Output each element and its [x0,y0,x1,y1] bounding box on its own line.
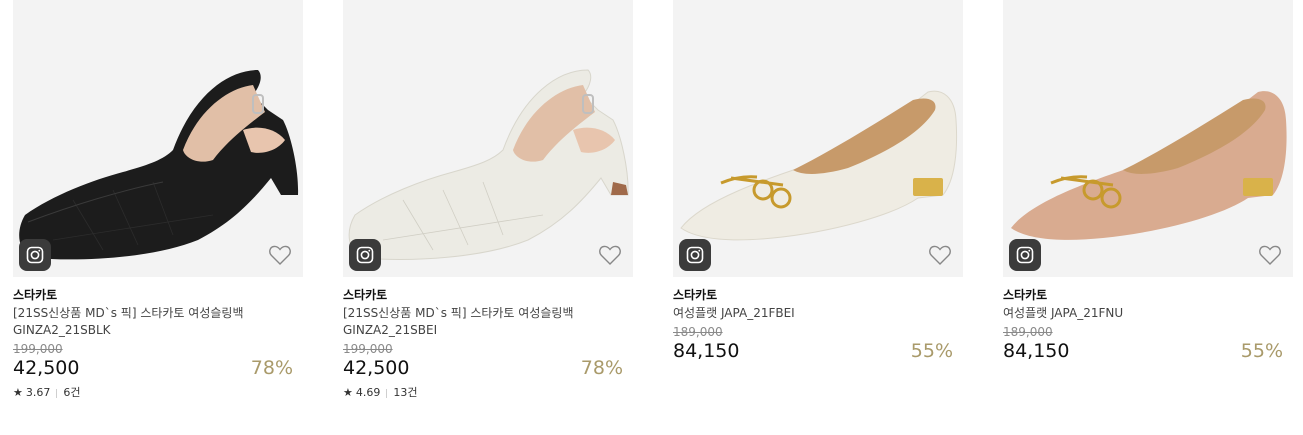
shoe-image [19,70,299,260]
product-name-line: 여성플랫 JAPA_21FBEI [673,306,795,320]
product-name[interactable]: [21SS신상품 MD`s 픽] 스타카토 여성슬링백 GINZA2_21SBL… [13,305,283,339]
shoe-image [680,90,958,241]
discount-rate: 78% [580,357,623,379]
heart-outline-icon[interactable] [267,242,293,268]
instagram-icon[interactable] [19,239,51,271]
review-count[interactable]: 13건 [393,386,417,400]
product-name-line: [21SS신상품 MD`s 픽] 스타카토 여성슬링백 [13,306,244,320]
price-row: 42,500 78% [13,356,303,380]
rating-score: 3.67 [25,386,51,399]
price-row: 42,500 78% [343,356,633,380]
sale-price: 84,150 [1003,340,1070,362]
brand-name[interactable]: 스타카토 [673,287,963,303]
product-card[interactable]: 스타카토 여성플랫 JAPA_21FBEI 189,000 84,150 55% [673,0,963,363]
product-image[interactable] [673,0,963,277]
rating-summary: ★ 3.67 6건 [13,386,303,400]
product-name-line: [21SS신상품 MD`s 픽] 스타카토 여성슬링백 [343,306,574,320]
product-image[interactable] [1003,0,1293,277]
heart-outline-icon[interactable] [927,242,953,268]
original-price: 199,000 [343,342,393,356]
original-price: 189,000 [673,325,723,339]
sale-price: 84,150 [673,340,740,362]
original-price: 189,000 [1003,325,1053,339]
product-card[interactable]: 스타카토 [21SS신상품 MD`s 픽] 스타카토 여성슬링백 GINZA2_… [13,0,303,400]
instagram-icon[interactable] [349,239,381,271]
star-icon: ★ [343,386,353,399]
price-row: 84,150 55% [1003,339,1293,363]
brand-name[interactable]: 스타카토 [13,287,303,303]
review-count[interactable]: 6건 [63,386,80,400]
product-image[interactable] [13,0,303,277]
star-icon: ★ [13,386,23,399]
sale-price: 42,500 [13,357,80,379]
instagram-icon[interactable] [1009,239,1041,271]
heart-outline-icon[interactable] [597,242,623,268]
instagram-icon[interactable] [679,239,711,271]
rating-summary: ★ 4.69 13건 [343,386,633,400]
brand-name[interactable]: 스타카토 [1003,287,1293,303]
product-name-code: GINZA2_21SBLK [13,323,111,337]
divider [56,388,58,398]
product-name-line: 여성플랫 JAPA_21FNU [1003,306,1124,320]
discount-rate: 55% [910,340,953,362]
heart-outline-icon[interactable] [1257,242,1283,268]
original-price: 199,000 [13,342,63,356]
product-card[interactable]: 스타카토 [21SS신상품 MD`s 픽] 스타카토 여성슬링백 GINZA2_… [343,0,633,400]
product-grid: 스타카토 [21SS신상품 MD`s 픽] 스타카토 여성슬링백 GINZA2_… [0,0,1303,435]
product-name-code: GINZA2_21SBEI [343,323,438,337]
product-card[interactable]: 스타카토 여성플랫 JAPA_21FNU 189,000 84,150 55% [1003,0,1293,363]
rating-score: 4.69 [355,386,381,399]
shoe-image [1011,91,1287,240]
discount-rate: 78% [250,357,293,379]
divider [386,388,388,398]
brand-name[interactable]: 스타카토 [343,287,633,303]
sale-price: 42,500 [343,357,410,379]
discount-rate: 55% [1240,340,1283,362]
product-name[interactable]: [21SS신상품 MD`s 픽] 스타카토 여성슬링백 GINZA2_21SBE… [343,305,613,339]
product-name[interactable]: 여성플랫 JAPA_21FBEI [673,305,943,322]
shoe-image [348,69,629,260]
product-image[interactable] [343,0,633,277]
product-name[interactable]: 여성플랫 JAPA_21FNU [1003,305,1273,322]
price-row: 84,150 55% [673,339,963,363]
